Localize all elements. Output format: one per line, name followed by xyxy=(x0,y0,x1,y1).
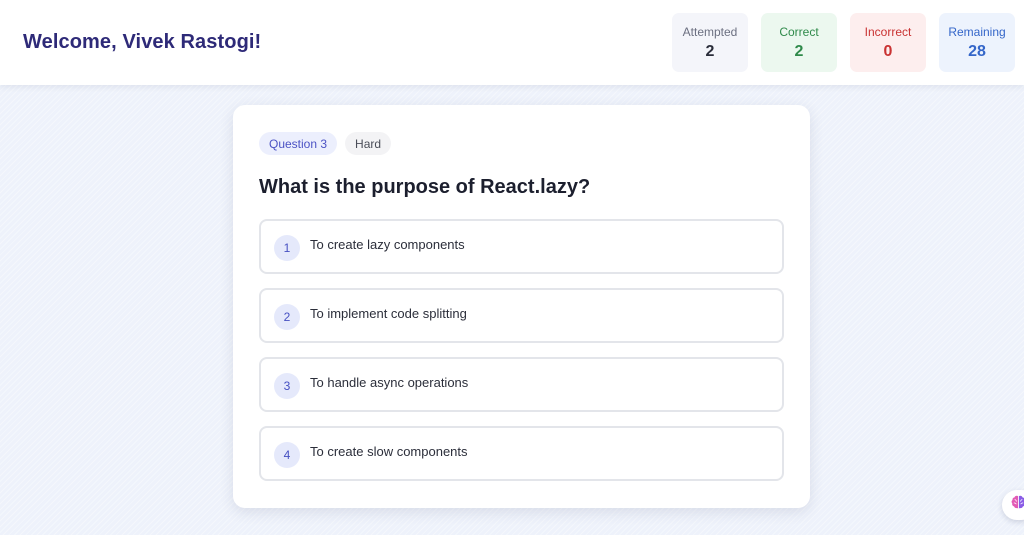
stat-incorrect: Incorrect 0 xyxy=(850,13,926,72)
top-header: Welcome, Vivek Rastogi! Attempted 2 Corr… xyxy=(0,0,1024,85)
stat-correct: Correct 2 xyxy=(761,13,837,72)
stat-incorrect-label: Incorrect xyxy=(864,24,912,39)
stat-attempted: Attempted 2 xyxy=(672,13,748,72)
option-text: To implement code splitting xyxy=(310,306,467,321)
option-number-badge: 3 xyxy=(274,372,300,399)
question-tags: Question 3 Hard xyxy=(259,132,784,155)
option-text: To create lazy components xyxy=(310,237,465,252)
stat-remaining: Remaining 28 xyxy=(939,13,1015,72)
answer-option-2[interactable]: 2 To implement code splitting xyxy=(259,288,784,343)
question-card: Question 3 Hard What is the purpose of R… xyxy=(233,105,810,508)
option-number-badge: 2 xyxy=(274,303,300,330)
option-number-badge: 1 xyxy=(274,234,300,261)
option-number-badge: 4 xyxy=(274,441,300,468)
stat-attempted-label: Attempted xyxy=(682,24,738,39)
stat-attempted-value: 2 xyxy=(705,42,715,60)
option-text: To handle async operations xyxy=(310,375,469,390)
stat-remaining-label: Remaining xyxy=(948,24,1006,39)
stat-remaining-value: 28 xyxy=(968,42,986,60)
stat-incorrect-value: 0 xyxy=(883,42,893,60)
answer-options: 1 To create lazy components 2 To impleme… xyxy=(259,219,784,481)
option-text: To create slow components xyxy=(310,444,468,459)
welcome-title: Welcome, Vivek Rastogi! xyxy=(23,31,262,53)
stat-correct-label: Correct xyxy=(779,24,819,39)
question-title: What is the purpose of React.lazy? xyxy=(259,176,591,198)
difficulty-badge: Hard xyxy=(345,132,392,155)
answer-option-3[interactable]: 3 To handle async operations xyxy=(259,357,784,412)
stat-correct-value: 2 xyxy=(794,42,804,60)
answer-option-1[interactable]: 1 To create lazy components xyxy=(259,219,784,274)
stats-bar: Attempted 2 Correct 2 Incorrect 0 Remain… xyxy=(672,13,1015,72)
question-number-badge: Question 3 xyxy=(259,132,338,155)
assistant-button[interactable] xyxy=(1002,490,1024,520)
answer-option-4[interactable]: 4 To create slow components xyxy=(259,426,784,481)
brain-icon xyxy=(1010,494,1024,516)
